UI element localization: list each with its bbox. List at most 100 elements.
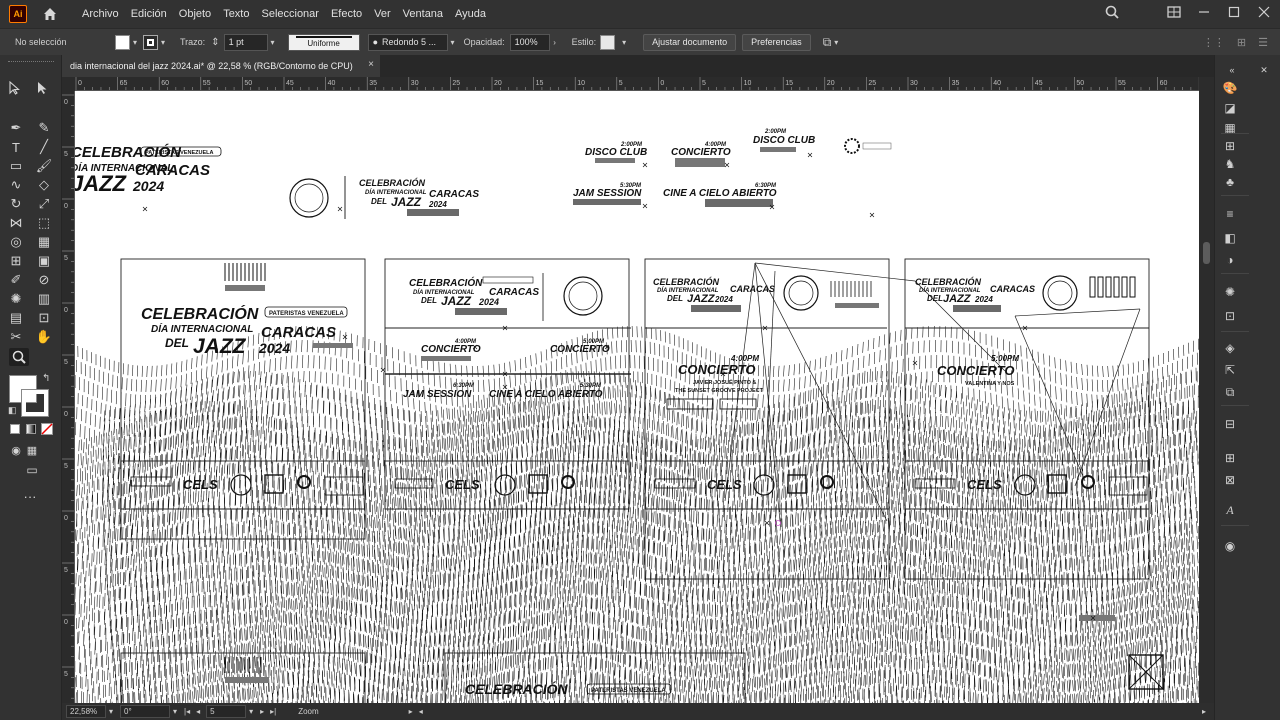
chevron-down-icon[interactable]: ▾ xyxy=(619,35,629,49)
chevron-down-icon[interactable]: ▾ xyxy=(130,35,140,49)
free-transform-tool-icon[interactable]: ⬚ xyxy=(34,214,54,232)
rotation-field[interactable]: 0° xyxy=(120,705,170,718)
line-tool-icon[interactable]: ╱ xyxy=(34,138,54,156)
shape-builder-tool-icon[interactable]: ◎ xyxy=(6,233,26,251)
artboards-icon[interactable]: ⧉ xyxy=(1221,383,1239,401)
menu-objeto[interactable]: Objeto xyxy=(173,8,217,20)
color-guide-icon[interactable]: ◪ xyxy=(1221,99,1239,117)
more-tools-icon[interactable]: ··· xyxy=(20,487,40,505)
menu-texto[interactable]: Texto xyxy=(217,8,255,20)
scroll-right-icon[interactable]: ▸ xyxy=(1202,707,1206,716)
color-mode-icon[interactable] xyxy=(10,424,20,434)
default-colors-icon[interactable]: ◧ xyxy=(8,405,17,416)
brushes-icon[interactable]: ⊞ xyxy=(1221,137,1239,155)
eyedropper-tool-icon[interactable]: ✐ xyxy=(6,271,26,289)
chevron-down-icon[interactable]: ▾ xyxy=(170,705,180,719)
eraser-tool-icon[interactable]: ◇ xyxy=(34,176,54,194)
width-tool-icon[interactable]: ⋈ xyxy=(6,214,26,232)
chevron-down-icon[interactable]: ▾ xyxy=(268,35,278,49)
brush-definition[interactable]: ● Redondo 5 ... xyxy=(367,33,448,51)
scroll-left-icon[interactable]: ◂ xyxy=(419,707,423,716)
stroke-swatch[interactable] xyxy=(143,34,158,50)
graph-tool-icon[interactable]: ▤ xyxy=(6,309,26,327)
color-panel-icon[interactable]: 🎨 xyxy=(1221,79,1239,97)
status-arrow-icon[interactable]: ▸ xyxy=(409,707,413,716)
close-panels-icon[interactable]: ✕ xyxy=(1255,61,1273,79)
graphic-styles-icon[interactable]: ♣ xyxy=(1221,173,1239,191)
vertical-ruler[interactable]: 0 5 0 5 0 5 0 5 0 5 0 5 xyxy=(62,91,75,703)
chevron-down-icon[interactable]: ▾ xyxy=(106,705,116,719)
swap-colors-icon[interactable]: ↰ xyxy=(42,373,50,384)
artboard-tool-icon[interactable]: ⊡ xyxy=(34,309,54,327)
hand-tool-icon[interactable]: ✋ xyxy=(34,328,54,346)
rectangle-tool-icon[interactable]: ▭ xyxy=(6,157,26,175)
stroke-stepper-icon[interactable]: ⇕ xyxy=(211,37,219,48)
close-icon[interactable] xyxy=(1256,4,1272,20)
type-tool-icon[interactable]: T xyxy=(6,138,26,156)
opacity-field[interactable]: 100% xyxy=(509,33,550,51)
stroke-weight-field[interactable]: 1 pt xyxy=(223,33,268,51)
first-artboard-icon[interactable]: |◂ xyxy=(184,707,190,716)
home-icon[interactable] xyxy=(42,6,58,22)
arrange-documents-icon[interactable] xyxy=(1166,4,1182,20)
symbol-sprayer-tool-icon[interactable]: ✺ xyxy=(6,290,26,308)
document-tab[interactable]: dia internacional del jazz 2024.ai* @ 22… xyxy=(62,55,380,77)
adjust-document-button[interactable]: Ajustar documento xyxy=(643,33,737,51)
appearance-icon[interactable]: ✺ xyxy=(1221,283,1239,301)
blend-tool-icon[interactable]: ⊘ xyxy=(34,271,54,289)
gradient-panel-icon[interactable]: ◧ xyxy=(1221,229,1239,247)
transparency-icon[interactable]: ◑ xyxy=(1221,251,1239,269)
vertical-scrollbar[interactable] xyxy=(1199,77,1214,703)
chevron-down-icon[interactable]: ▾ xyxy=(448,35,458,49)
scroll-thumb[interactable] xyxy=(1203,242,1210,264)
variable-width-profile[interactable]: Uniforme xyxy=(287,33,360,51)
slice-tool-icon[interactable]: ✂ xyxy=(6,328,26,346)
column-graph-tool-icon[interactable]: ▥ xyxy=(34,290,54,308)
rotate-tool-icon[interactable]: ↻ xyxy=(6,195,26,213)
stroke-panel-icon[interactable]: ≡ xyxy=(1221,205,1239,223)
paintbrush-tool-icon[interactable]: 🖌 xyxy=(34,157,54,175)
align-panel-icon[interactable]: ⊡ xyxy=(1221,307,1239,325)
layers-icon[interactable]: ◈ xyxy=(1221,339,1239,357)
pen-tool-icon[interactable]: ✒ xyxy=(6,119,26,137)
search-icon[interactable] xyxy=(1104,4,1120,20)
graphic-style-swatch[interactable] xyxy=(600,34,616,50)
export-icon[interactable]: ⇱ xyxy=(1221,361,1239,379)
previous-artboard-icon[interactable]: ◂ xyxy=(196,707,200,716)
selection-tool-icon[interactable] xyxy=(8,81,22,95)
transform-icon[interactable]: ⊞ xyxy=(1237,36,1246,49)
asset-export-icon[interactable]: ⊟ xyxy=(1221,415,1239,433)
arrange-icon[interactable]: ⧉ xyxy=(823,35,832,50)
next-artboard-icon[interactable]: ▸ xyxy=(260,707,264,716)
menu-efecto[interactable]: Efecto xyxy=(325,8,368,20)
fill-swatch[interactable] xyxy=(115,34,130,50)
stroke-color-box[interactable] xyxy=(21,389,49,417)
character-panel-icon[interactable]: A xyxy=(1221,501,1239,519)
horizontal-ruler[interactable]: 0 65 60 55 50 45 40 35 30 25 20 15 10 5 0 5 10 15 20 25 30 35… xyxy=(75,77,1199,91)
chevron-down-icon[interactable]: ▾ xyxy=(158,35,168,49)
ruler-origin[interactable] xyxy=(62,77,75,91)
draw-behind-icon[interactable]: ▦ xyxy=(22,441,42,459)
minimize-icon[interactable] xyxy=(1196,4,1212,20)
gradient-mode-icon[interactable] xyxy=(26,424,36,434)
zoom-level-field[interactable]: 22,58% xyxy=(66,705,106,718)
close-tab-icon[interactable]: × xyxy=(368,59,374,70)
pathfinder-icon[interactable]: ⊠ xyxy=(1221,471,1239,489)
gradient-tool-icon[interactable]: ▣ xyxy=(34,252,54,270)
preferences-button[interactable]: Preferencias xyxy=(742,33,811,51)
menu-seleccionar[interactable]: Seleccionar xyxy=(255,8,324,20)
chevron-right-icon[interactable]: › xyxy=(550,35,560,49)
symbols-icon[interactable]: ♞ xyxy=(1221,155,1239,173)
artboard-frame-1[interactable] xyxy=(120,258,366,510)
screen-mode-icon[interactable]: ▭ xyxy=(22,461,42,479)
swatches-icon[interactable]: ▦ xyxy=(1221,119,1239,137)
menu-edicion[interactable]: Edición xyxy=(125,8,173,20)
libraries-icon[interactable]: ◉ xyxy=(1221,537,1239,555)
menu-ayuda[interactable]: Ayuda xyxy=(449,8,492,20)
zoom-tool-icon[interactable] xyxy=(9,348,29,366)
mesh-tool-icon[interactable]: ⊞ xyxy=(6,252,26,270)
perspective-grid-tool-icon[interactable]: ▦ xyxy=(34,233,54,251)
scale-tool-icon[interactable]: ⤢ xyxy=(34,195,54,213)
menu-ver[interactable]: Ver xyxy=(368,8,397,20)
chevron-down-icon[interactable]: ▾ xyxy=(831,35,841,49)
